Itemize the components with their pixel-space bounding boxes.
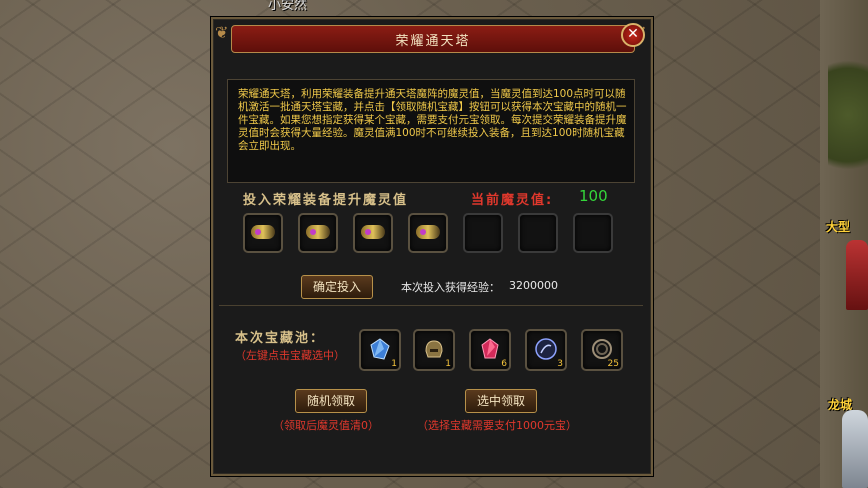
equipment-icon	[361, 225, 385, 239]
npc-figure-1[interactable]	[846, 240, 868, 310]
section-divider	[219, 305, 643, 306]
helmet-icon	[425, 340, 443, 358]
red-gem-icon	[481, 338, 499, 359]
close-icon: ✕	[627, 26, 639, 42]
equipment-slot-7[interactable]	[573, 213, 613, 253]
equipment-icon	[251, 225, 275, 239]
treasure-pool-title: 本次宝藏池：	[235, 331, 326, 346]
equipment-icon	[306, 225, 330, 239]
title-bar[interactable]: 荣耀通天塔	[231, 25, 635, 53]
treasure-count: 3	[557, 359, 563, 369]
exp-label: 本次投入获得经验：	[401, 281, 500, 294]
equipment-slot-5[interactable]	[463, 213, 503, 253]
description-text: 荣耀通天塔，利用荣耀装备提升通天塔魔阵的魔灵值，当魔灵值到达100点时可以随机激…	[238, 88, 627, 152]
select-claim-hint: （选择宝藏需要支付1000元宝）	[417, 419, 577, 432]
magic-value: 100	[579, 187, 608, 205]
treasure-slot-2[interactable]: 1	[413, 329, 455, 371]
treasure-count: 6	[501, 359, 507, 369]
exp-value: 3200000	[509, 279, 558, 292]
npc-label-1[interactable]: 大型	[826, 218, 850, 235]
corner-ornament-left: ❦	[215, 23, 229, 42]
dark-orb-icon	[535, 338, 557, 360]
equipment-slot-1[interactable]	[243, 213, 283, 253]
close-button[interactable]: ✕	[621, 23, 645, 47]
treasure-count: 1	[391, 359, 397, 369]
equipment-slot-3[interactable]	[353, 213, 393, 253]
ring-icon	[592, 339, 612, 359]
treasure-slot-1[interactable]: 1	[359, 329, 401, 371]
random-claim-button[interactable]: 随机领取	[295, 389, 367, 413]
equipment-slot-2[interactable]	[298, 213, 338, 253]
treasure-slot-5[interactable]: 25	[581, 329, 623, 371]
blue-crystal-icon	[370, 338, 390, 360]
invest-title: 投入荣耀装备提升魔灵值	[243, 193, 409, 208]
random-claim-hint: （领取后魔灵值清0）	[273, 419, 379, 432]
treasure-count: 1	[445, 359, 451, 369]
glory-tower-panel: 荣耀通天塔 ❦ ❦ ✕ 荣耀通天塔，利用荣耀装备提升通天塔魔阵的魔灵值，当魔灵值…	[211, 17, 653, 476]
player-name: 小安然	[268, 0, 308, 13]
treasure-slot-3[interactable]: 6	[469, 329, 511, 371]
select-claim-button[interactable]: 选中领取	[465, 389, 537, 413]
equipment-slot-4[interactable]	[408, 213, 448, 253]
treasure-slot-4[interactable]: 3	[525, 329, 567, 371]
description-box: 荣耀通天塔，利用荣耀装备提升通天塔魔阵的魔灵值，当魔灵值到达100点时可以随机激…	[227, 79, 635, 183]
equipment-icon	[416, 225, 440, 239]
confirm-invest-button[interactable]: 确定投入	[301, 275, 373, 299]
equipment-slot-6[interactable]	[518, 213, 558, 253]
tree-sprite	[828, 40, 868, 190]
treasure-pool-hint: （左键点击宝藏选中）	[235, 349, 345, 362]
npc-figure-2[interactable]	[842, 410, 868, 488]
treasure-count: 25	[607, 359, 619, 369]
panel-title: 荣耀通天塔	[395, 34, 471, 49]
magic-value-label: 当前魔灵值:	[471, 193, 554, 208]
